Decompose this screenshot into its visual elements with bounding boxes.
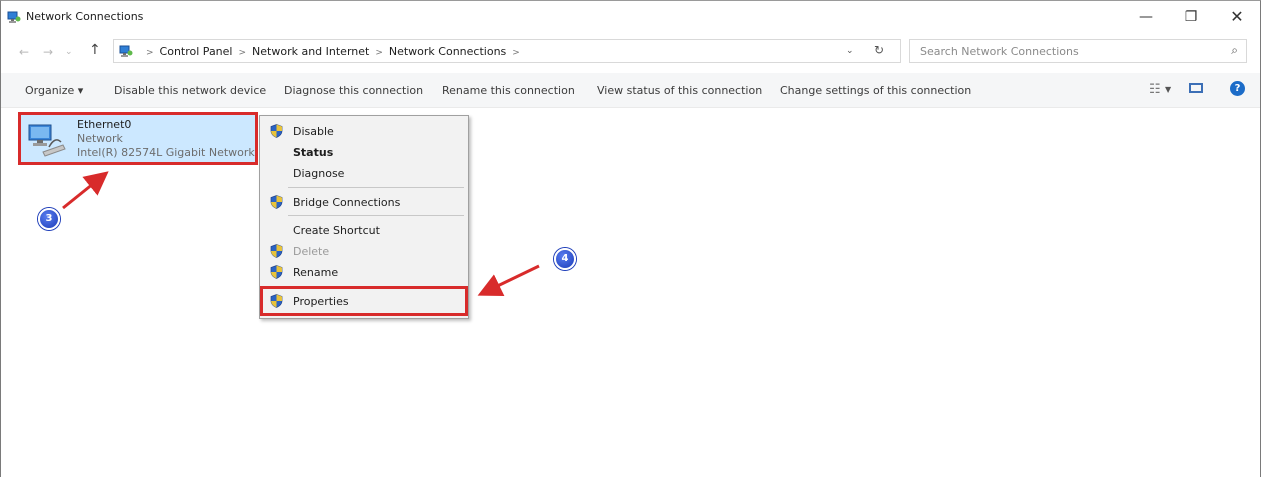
menu-separator bbox=[288, 215, 464, 216]
shield-icon bbox=[270, 195, 283, 209]
step-3-badge: 3 bbox=[38, 208, 60, 230]
arrow-to-properties-icon bbox=[477, 264, 540, 296]
rename-connection-button[interactable]: Rename this connection bbox=[442, 84, 575, 97]
view-options-icon[interactable]: ☷ bbox=[1149, 82, 1161, 97]
connection-status: Network bbox=[77, 132, 123, 145]
disable-device-button[interactable]: Disable this network device bbox=[114, 84, 266, 97]
search-icon[interactable]: ⌕ bbox=[1231, 43, 1238, 58]
arrow-to-connection-icon bbox=[62, 171, 109, 210]
network-folder-icon bbox=[7, 11, 21, 23]
search-input[interactable]: Search Network Connections ⌕ bbox=[909, 39, 1247, 63]
menu-item-rename[interactable]: Rename bbox=[260, 262, 468, 282]
maximize-button[interactable]: ❐ bbox=[1171, 5, 1211, 29]
minimize-button[interactable]: — bbox=[1126, 5, 1166, 29]
connection-name: Ethernet0 bbox=[77, 118, 132, 131]
search-placeholder: Search Network Connections bbox=[920, 45, 1079, 58]
network-adapter-icon bbox=[28, 124, 66, 157]
chevron-down-icon[interactable]: ▼ bbox=[1165, 85, 1171, 94]
command-bar: Organize ▾ Disable this network device D… bbox=[1, 73, 1260, 108]
shield-icon bbox=[270, 265, 283, 279]
forward-button[interactable]: → bbox=[43, 45, 53, 59]
breadcrumb-separator-icon: > bbox=[238, 48, 247, 58]
shield-icon bbox=[270, 244, 283, 258]
ethernet0-connection-item[interactable]: Ethernet0 Network Intel(R) 82574L Gigabi… bbox=[18, 112, 258, 165]
network-folder-icon bbox=[119, 45, 133, 57]
back-button[interactable]: ← bbox=[19, 45, 29, 59]
menu-item-label: Create Shortcut bbox=[293, 224, 380, 237]
recent-locations-button[interactable]: ⌄ bbox=[65, 47, 73, 57]
menu-item-label: Rename bbox=[293, 266, 339, 279]
network-connections-window: Network Connections — ❐ ✕ ← → ⌄ ↑ > Contr… bbox=[0, 0, 1261, 477]
breadcrumb-control-panel[interactable]: Control Panel bbox=[160, 45, 233, 58]
menu-item-disable[interactable]: Disable bbox=[260, 121, 468, 141]
breadcrumb-separator-icon: > bbox=[375, 48, 383, 58]
change-settings-button[interactable]: Change settings of this connection bbox=[780, 84, 971, 97]
address-bar[interactable]: > Control Panel > Network and Internet > Netw… bbox=[113, 39, 901, 63]
title-bar: Network Connections — ❐ ✕ bbox=[1, 1, 1260, 33]
properties-highlight bbox=[260, 286, 468, 316]
menu-item-diagnose[interactable]: Diagnose bbox=[260, 163, 468, 183]
shield-icon bbox=[270, 124, 283, 138]
menu-item-create-shortcut[interactable]: Create Shortcut bbox=[260, 220, 468, 240]
close-button[interactable]: ✕ bbox=[1217, 5, 1257, 29]
menu-item-label: Delete bbox=[293, 245, 330, 258]
menu-item-bridge-connections[interactable]: Bridge Connections bbox=[260, 192, 468, 212]
preview-pane-icon[interactable] bbox=[1189, 83, 1203, 93]
breadcrumb-separator-icon: > bbox=[146, 48, 154, 58]
menu-item-label: Bridge Connections bbox=[293, 196, 401, 209]
breadcrumb-network-connections[interactable]: Network Connections bbox=[389, 45, 506, 58]
view-status-button[interactable]: View status of this connection bbox=[597, 84, 762, 97]
breadcrumb-separator-icon[interactable]: > bbox=[506, 48, 526, 58]
menu-item-label: Status bbox=[293, 146, 334, 159]
organize-button[interactable]: Organize ▾ bbox=[25, 84, 83, 97]
diagnose-connection-button[interactable]: Diagnose this connection bbox=[284, 84, 423, 97]
menu-separator bbox=[288, 187, 464, 188]
menu-item-status[interactable]: Status bbox=[260, 142, 468, 162]
address-dropdown-icon[interactable]: ⌄ bbox=[846, 46, 854, 56]
breadcrumb: > Control Panel > Network and Internet > Netw… bbox=[140, 45, 526, 58]
window-title: Network Connections bbox=[26, 10, 144, 23]
breadcrumb-network-and-internet[interactable]: Network and Internet bbox=[252, 45, 369, 58]
menu-item-label: Diagnose bbox=[293, 167, 345, 180]
help-icon[interactable]: ? bbox=[1230, 81, 1245, 96]
address-row: ← → ⌄ ↑ > Control Panel > Network and Inter… bbox=[1, 33, 1260, 71]
connection-device: Intel(R) 82574L Gigabit Network C... bbox=[77, 146, 255, 159]
refresh-icon[interactable]: ↻ bbox=[874, 43, 884, 57]
menu-item-delete: Delete bbox=[260, 241, 468, 261]
step-4-badge: 4 bbox=[554, 248, 576, 270]
up-button[interactable]: ↑ bbox=[89, 42, 101, 58]
menu-item-label: Disable bbox=[293, 125, 334, 138]
